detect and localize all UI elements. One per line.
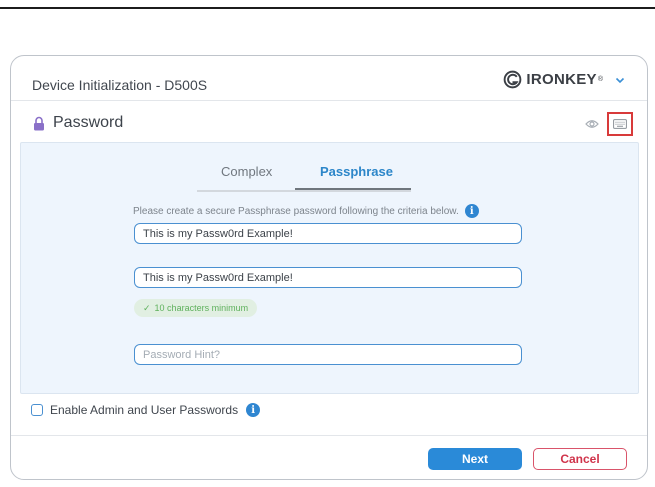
instruction-text: Please create a secure Passphrase passwo… [133,205,459,217]
window-header: Device Initialization - D500S IRONKEY ® [11,56,647,100]
criteria-badge: ✓ 10 characters minimum [134,299,258,317]
criteria-text: 10 characters minimum [154,303,249,313]
window-title: Device Initialization - D500S [32,77,208,93]
chevron-down-icon[interactable] [615,75,625,85]
footer-divider [11,435,647,436]
next-button[interactable]: Next [428,448,522,470]
admin-user-option: Enable Admin and User Passwords i [31,403,261,417]
header-divider [11,100,647,101]
admin-user-label[interactable]: Enable Admin and User Passwords [50,403,238,417]
info-icon[interactable]: i [464,204,479,218]
tab-complex[interactable]: Complex [221,164,272,179]
cancel-button[interactable]: Cancel [533,448,627,470]
instruction-row: Please create a secure Passphrase passwo… [133,204,479,218]
password-type-tabs: Complex Passphrase [197,160,411,192]
check-icon: ✓ [143,302,151,313]
brand-registered-mark: ® [597,76,603,83]
brand-menu[interactable]: IRONKEY ® [503,70,625,89]
brand-name: IRONKEY [526,71,597,88]
top-rule [0,7,655,9]
info-icon[interactable]: i [246,403,261,417]
virtual-keyboard-button[interactable] [607,112,633,136]
ironkey-logo-icon [504,70,522,89]
password-hint-input[interactable] [134,344,522,365]
keyboard-icon [613,119,627,129]
confirm-password-input[interactable] [134,267,522,288]
eye-icon[interactable] [585,118,599,130]
section-heading: Password [32,114,123,132]
section-title: Password [53,114,124,131]
app-window: Device Initialization - D500S IRONKEY ® … [10,55,648,480]
password-panel: Complex Passphrase Please create a secur… [20,142,639,394]
lock-icon [34,116,44,130]
tab-passphrase[interactable]: Passphrase [320,164,393,179]
admin-user-checkbox[interactable] [31,404,43,416]
password-input[interactable] [134,223,522,244]
active-tab-indicator [295,188,411,190]
